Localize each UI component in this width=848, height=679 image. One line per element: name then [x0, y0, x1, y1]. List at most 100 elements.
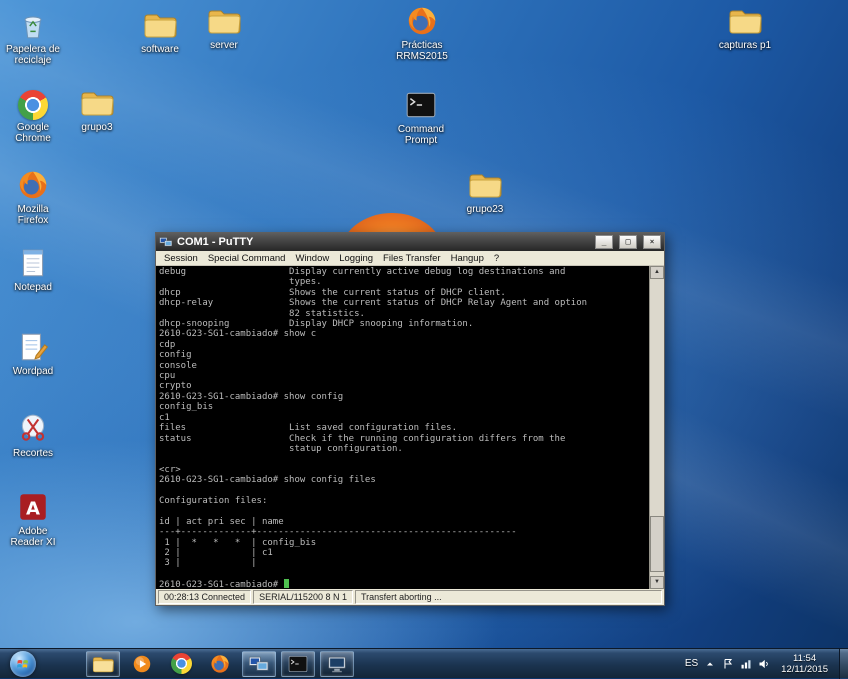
desktop-icon-label: Recortes — [1, 448, 65, 459]
putty-statusbar: 00:28:13 Connected SERIAL/115200 8 N 1 T… — [156, 589, 664, 605]
taskbar-media-player-button[interactable] — [125, 651, 159, 677]
terminal-line: 2610-G23-SG1-cambiado# show config files — [159, 475, 649, 485]
terminal-line: types. — [159, 277, 649, 287]
maximize-button[interactable]: □ — [619, 235, 637, 249]
desktop-icon-label: server — [192, 40, 256, 51]
menu-hangup[interactable]: Hangup — [446, 253, 489, 264]
terminal-line: c1 — [159, 413, 649, 423]
terminal-line: console — [159, 361, 649, 371]
putty-window: COM1 - PuTTY _ □ × SessionSpecial Comman… — [155, 232, 665, 606]
cmd-icon — [389, 86, 453, 122]
language-indicator[interactable]: ES — [685, 658, 698, 669]
taskbar-chrome-button[interactable] — [164, 651, 198, 677]
putty-menubar: SessionSpecial CommandWindowLoggingFiles… — [156, 251, 664, 266]
taskbar-monitor-button[interactable] — [320, 651, 354, 677]
desktop-icon-label: capturas p1 — [713, 40, 777, 51]
terminal-line — [159, 454, 649, 464]
clock[interactable]: 11:54 12/11/2015 — [781, 653, 828, 675]
putty-titlebar[interactable]: COM1 - PuTTY _ □ × — [156, 233, 664, 251]
terminal-line — [159, 569, 649, 579]
desktop-icon-label: Google Chrome — [1, 122, 65, 144]
menu-window[interactable]: Window — [290, 253, 334, 264]
terminal-line: cpu — [159, 371, 649, 381]
taskbar-putty-button[interactable] — [242, 651, 276, 677]
menu-logging[interactable]: Logging — [334, 253, 378, 264]
show-desktop-button[interactable] — [839, 649, 848, 679]
menu-help[interactable]: ? — [489, 253, 504, 264]
close-button[interactable]: × — [643, 235, 661, 249]
folder-icon — [65, 84, 129, 120]
terminal-line: statup configuration. — [159, 444, 649, 454]
desktop-icon-grupo23[interactable]: grupo23 — [453, 166, 517, 215]
scroll-down-icon[interactable]: ▼ — [650, 576, 664, 589]
tray-icons — [704, 658, 770, 670]
status-transfer: Transfert aborting ... — [355, 590, 662, 604]
desktop-icon-software[interactable]: software — [128, 6, 192, 55]
terminal-line — [159, 486, 649, 496]
window-title: COM1 - PuTTY — [177, 236, 589, 248]
clock-date: 12/11/2015 — [781, 664, 828, 675]
desktop-icon-notepad[interactable]: Notepad — [1, 244, 65, 293]
terminal-line: config_bis — [159, 402, 649, 412]
terminal-line: dhcp-snooping Display DHCP snooping info… — [159, 319, 649, 329]
minimize-button[interactable]: _ — [595, 235, 613, 249]
terminal-scrollbar[interactable]: ▲ ▼ — [649, 266, 664, 589]
folder-icon — [192, 2, 256, 38]
action-center-icon[interactable] — [722, 658, 734, 670]
scrollbar-thumb[interactable] — [650, 516, 664, 572]
terminal-line: status Check if the running configuratio… — [159, 434, 649, 444]
menu-session[interactable]: Session — [159, 253, 203, 264]
terminal-area: debug Display currently active debug log… — [156, 266, 664, 589]
terminal-line: ---+-------------+----------------------… — [159, 527, 649, 537]
scroll-up-icon[interactable]: ▲ — [650, 266, 664, 279]
menu-special-command[interactable]: Special Command — [203, 253, 291, 264]
wordpad-icon — [1, 328, 65, 364]
terminal-line: crypto — [159, 381, 649, 391]
terminal-line: debug Display currently active debug log… — [159, 267, 649, 277]
menu-files-transfer[interactable]: Files Transfer — [378, 253, 446, 264]
scrollbar-track[interactable] — [650, 279, 664, 576]
desktop-icon-grupo3[interactable]: grupo3 — [65, 84, 129, 133]
terminal-line: id | act pri sec | name — [159, 517, 649, 527]
terminal-line: 2610-G23-SG1-cambiado# — [159, 579, 649, 589]
terminal-cursor — [284, 579, 289, 588]
windows-flag-icon — [15, 656, 31, 672]
desktop-icon-capturas-p1[interactable]: capturas p1 — [713, 2, 777, 51]
desktop-icon-adobe-reader-xi[interactable]: AAdobe Reader XI — [1, 488, 65, 548]
desktop-icon-mozilla-firefox[interactable]: Mozilla Firefox — [1, 166, 65, 226]
taskbar-buttons — [86, 651, 354, 677]
desktop-icon-wordpad[interactable]: Wordpad — [1, 328, 65, 377]
firefox-icon — [390, 2, 454, 38]
desktop-icon-label: Prácticas RRMS2015 — [390, 40, 454, 62]
taskbar-explorer-button[interactable] — [86, 651, 120, 677]
terminal-line: 2 | | c1 — [159, 548, 649, 558]
desktop-icon-recycle-bin[interactable]: Papelera de reciclaje — [1, 6, 65, 66]
terminal[interactable]: debug Display currently active debug log… — [156, 266, 649, 589]
terminal-line: <cr> — [159, 465, 649, 475]
desktop-icon-google-chrome[interactable]: Google Chrome — [1, 84, 65, 144]
terminal-line: 3 | | — [159, 558, 649, 568]
clock-time: 11:54 — [781, 653, 828, 664]
folder-icon — [453, 166, 517, 202]
start-button[interactable] — [10, 651, 36, 677]
chevron-up-icon[interactable] — [704, 658, 716, 670]
taskbar-cmd-button[interactable] — [281, 651, 315, 677]
snipping-icon — [1, 410, 65, 446]
desktop-icon-recortes[interactable]: Recortes — [1, 410, 65, 459]
status-serial: SERIAL/115200 8 N 1 — [253, 590, 353, 604]
taskbar: ES 11:54 12/11/2015 — [0, 648, 848, 678]
adobe-icon: A — [1, 488, 65, 524]
taskbar-firefox-button[interactable] — [203, 651, 237, 677]
terminal-line: config — [159, 350, 649, 360]
terminal-line — [159, 506, 649, 516]
desktop-icon-command-prompt[interactable]: Command Prompt — [389, 86, 453, 146]
volume-icon[interactable] — [758, 658, 770, 670]
desktop-icon-label: Notepad — [1, 282, 65, 293]
terminal-line: 82 statistics. — [159, 309, 649, 319]
system-tray: ES 11:54 12/11/2015 — [685, 649, 848, 679]
desktop-icon-practicas-rrms2015[interactable]: Prácticas RRMS2015 — [390, 2, 454, 62]
network-icon[interactable] — [740, 658, 752, 670]
folder-icon — [128, 6, 192, 42]
desktop-icon-server[interactable]: server — [192, 2, 256, 51]
terminal-line: files List saved configuration files. — [159, 423, 649, 433]
